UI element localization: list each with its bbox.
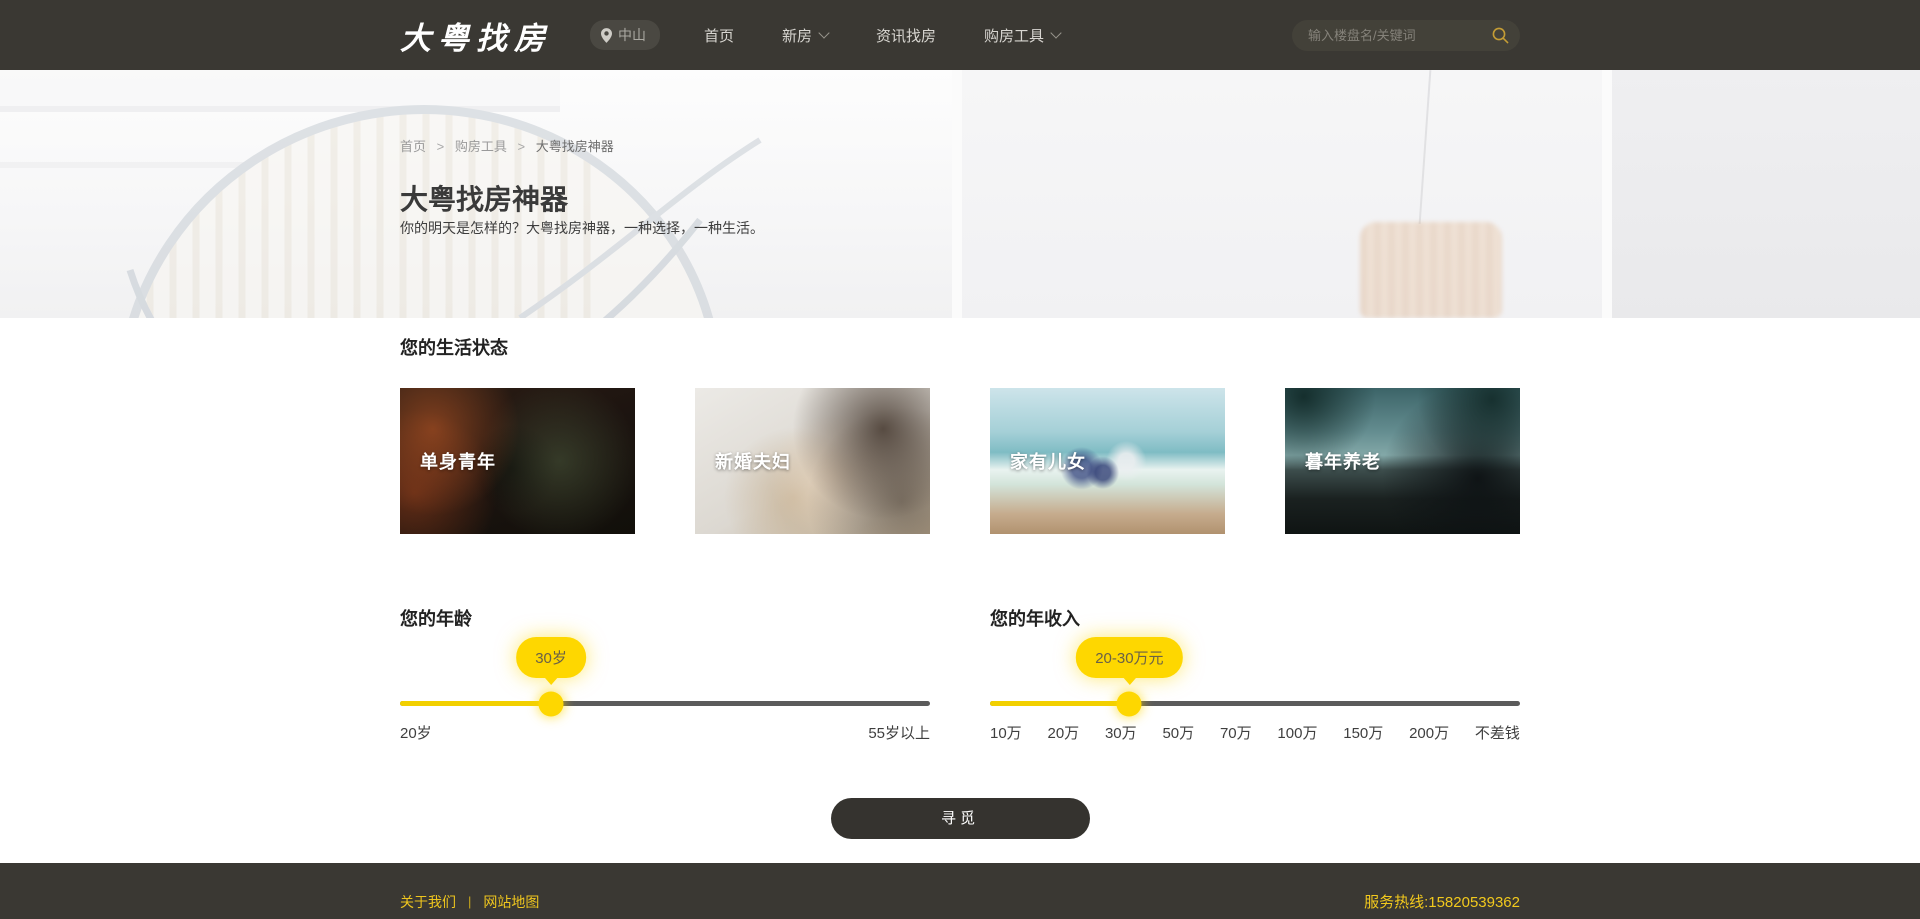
income-tick-label: 100万 [1277, 722, 1317, 743]
nav-item-buying-tools[interactable]: 购房工具 [984, 25, 1060, 46]
life-status-cards: 单身青年 新婚夫妇 家有儿女 暮年养老 [400, 388, 1520, 534]
search-icon[interactable] [1491, 26, 1510, 50]
income-slider-fill [990, 701, 1129, 706]
search-input[interactable] [1292, 20, 1520, 51]
income-slider-track[interactable] [990, 701, 1520, 706]
age-slider-fill [400, 701, 551, 706]
breadcrumb-home[interactable]: 首页 [400, 139, 426, 154]
main-nav: 首页 新房 资讯找房 购房工具 [704, 25, 1060, 46]
age-slider-track[interactable] [400, 701, 930, 706]
search-box [1292, 20, 1520, 51]
breadcrumb-separator: > [518, 139, 526, 154]
income-tick-label: 20万 [1047, 722, 1079, 743]
income-slider-thumb[interactable] [1117, 691, 1142, 716]
income-tick-label: 不差钱 [1475, 722, 1520, 743]
breadcrumb: 首页 > 购房工具 > 大粤找房神器 [400, 136, 614, 155]
age-max-label: 55岁以上 [868, 722, 930, 743]
age-slider-tooltip: 30岁 [516, 637, 586, 678]
seek-button[interactable]: 寻觅 [831, 798, 1090, 839]
footer-link-about[interactable]: 关于我们 [400, 892, 456, 912]
breadcrumb-tools[interactable]: 购房工具 [455, 139, 507, 154]
breadcrumb-separator: > [437, 139, 445, 154]
income-slider-value: 20-30万元 [1095, 650, 1163, 667]
city-label: 中山 [618, 25, 646, 45]
location-pin-icon [601, 28, 612, 43]
footer-link-sitemap[interactable]: 网站地图 [483, 892, 539, 912]
income-slider-heading: 您的年收入 [990, 605, 1520, 631]
nav-item-news-search[interactable]: 资讯找房 [876, 25, 936, 46]
income-tick-label: 10万 [990, 722, 1022, 743]
card-label: 单身青年 [420, 448, 496, 474]
age-slider-section: 您的年龄 30岁 20岁 55岁以上 [400, 605, 930, 743]
age-slider-thumb[interactable] [539, 691, 564, 716]
nav-label: 首页 [704, 25, 734, 46]
income-slider-labels: 10万 20万 30万 50万 70万 100万 150万 200万 不差钱 [990, 722, 1520, 743]
footer: 关于我们 | 网站地图 服务热线:15820539362 [0, 863, 1920, 919]
chevron-down-icon [818, 27, 829, 38]
income-tick-label: 150万 [1343, 722, 1383, 743]
site-logo[interactable]: 大粤找房 [400, 13, 552, 58]
card-single-youth[interactable]: 单身青年 [400, 388, 635, 534]
nav-label: 资讯找房 [876, 25, 936, 46]
hero-image-right-strip [1612, 70, 1920, 318]
chevron-down-icon [1050, 27, 1061, 38]
card-label: 家有儿女 [1010, 448, 1086, 474]
header: 大粤找房 中山 首页 新房 资讯找房 购房工具 [0, 0, 1920, 70]
card-label: 新婚夫妇 [715, 448, 791, 474]
age-min-label: 20岁 [400, 722, 432, 743]
footer-separator: | [468, 894, 471, 909]
card-retirement[interactable]: 暮年养老 [1285, 388, 1520, 534]
income-tick-label: 200万 [1409, 722, 1449, 743]
page-title: 大粤找房神器 [400, 178, 568, 218]
income-slider-section: 您的年收入 20-30万元 10万 20万 30万 50万 70万 [990, 605, 1520, 743]
city-selector[interactable]: 中山 [590, 20, 660, 50]
income-tick-label: 70万 [1220, 722, 1252, 743]
nav-label: 购房工具 [984, 25, 1044, 46]
hero-banner: 首页 > 购房工具 > 大粤找房神器 大粤找房神器 你的明天是怎样的？大粤找房神… [0, 70, 1920, 318]
main-content: 您的生活状态 单身青年 新婚夫妇 家有儿女 暮年养老 您的年龄 30岁 [0, 318, 1920, 863]
age-slider-heading: 您的年龄 [400, 605, 930, 631]
age-slider-value: 30岁 [535, 650, 567, 667]
page-subtitle: 你的明天是怎样的？大粤找房神器，一种选择，一种生活。 [400, 218, 764, 238]
nav-label: 新房 [782, 25, 812, 46]
income-slider-tooltip: 20-30万元 [1076, 637, 1182, 678]
card-family-with-children[interactable]: 家有儿女 [990, 388, 1225, 534]
nav-item-home[interactable]: 首页 [704, 25, 734, 46]
breadcrumb-current: 大粤找房神器 [536, 139, 614, 154]
card-newlyweds[interactable]: 新婚夫妇 [695, 388, 930, 534]
service-hotline: 服务热线:15820539362 [1364, 891, 1520, 912]
income-tick-label: 50万 [1162, 722, 1194, 743]
card-label: 暮年养老 [1305, 448, 1381, 474]
nav-item-new-homes[interactable]: 新房 [782, 25, 828, 46]
footer-links: 关于我们 | 网站地图 [400, 892, 539, 912]
life-status-heading: 您的生活状态 [400, 318, 1520, 360]
income-tick-label: 30万 [1105, 722, 1137, 743]
age-slider-labels: 20岁 55岁以上 [400, 722, 930, 743]
